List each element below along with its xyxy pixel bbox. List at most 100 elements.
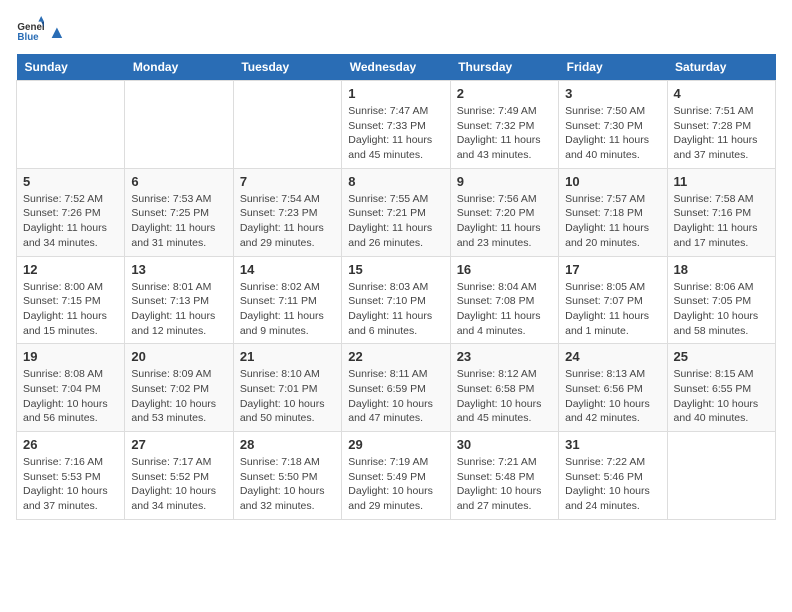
calendar-cell: 1 Sunrise: 7:47 AM Sunset: 7:33 PM Daylig… xyxy=(342,81,450,169)
day-number: 13 xyxy=(131,262,226,277)
day-info: Sunrise: 8:06 AM Sunset: 7:05 PM Dayligh… xyxy=(674,280,769,339)
calendar-cell xyxy=(667,432,775,520)
day-number: 24 xyxy=(565,349,660,364)
calendar-cell: 13 Sunrise: 8:01 AM Sunset: 7:13 PM Dayli… xyxy=(125,256,233,344)
day-number: 6 xyxy=(131,174,226,189)
calendar-cell xyxy=(125,81,233,169)
day-number: 4 xyxy=(674,86,769,101)
day-info: Sunrise: 8:03 AM Sunset: 7:10 PM Dayligh… xyxy=(348,280,443,339)
day-info: Sunrise: 8:00 AM Sunset: 7:15 PM Dayligh… xyxy=(23,280,118,339)
day-number: 11 xyxy=(674,174,769,189)
day-number: 27 xyxy=(131,437,226,452)
day-info: Sunrise: 7:50 AM Sunset: 7:30 PM Dayligh… xyxy=(565,104,660,163)
day-number: 25 xyxy=(674,349,769,364)
day-number: 31 xyxy=(565,437,660,452)
day-number: 3 xyxy=(565,86,660,101)
day-number: 1 xyxy=(348,86,443,101)
day-info: Sunrise: 8:11 AM Sunset: 6:59 PM Dayligh… xyxy=(348,367,443,426)
page-header: General Blue ▲ xyxy=(16,16,776,44)
day-info: Sunrise: 8:09 AM Sunset: 7:02 PM Dayligh… xyxy=(131,367,226,426)
weekday-header-friday: Friday xyxy=(559,54,667,81)
day-number: 2 xyxy=(457,86,552,101)
day-number: 14 xyxy=(240,262,335,277)
calendar-cell: 28Sunrise: 7:18 AM Sunset: 5:50 PM Dayli… xyxy=(233,432,341,520)
day-number: 30 xyxy=(457,437,552,452)
day-info: Sunrise: 8:02 AM Sunset: 7:11 PM Dayligh… xyxy=(240,280,335,339)
calendar-cell: 15 Sunrise: 8:03 AM Sunset: 7:10 PM Dayli… xyxy=(342,256,450,344)
calendar-cell: 14 Sunrise: 8:02 AM Sunset: 7:11 PM Dayli… xyxy=(233,256,341,344)
day-number: 12 xyxy=(23,262,118,277)
day-info: Sunrise: 8:15 AM Sunset: 6:55 PM Dayligh… xyxy=(674,367,769,426)
day-info: Sunrise: 7:49 AM Sunset: 7:32 PM Dayligh… xyxy=(457,104,552,163)
svg-text:Blue: Blue xyxy=(17,32,39,43)
weekday-header-saturday: Saturday xyxy=(667,54,775,81)
day-number: 18 xyxy=(674,262,769,277)
day-number: 17 xyxy=(565,262,660,277)
weekday-header-thursday: Thursday xyxy=(450,54,558,81)
calendar-cell: 19 Sunrise: 8:08 AM Sunset: 7:04 PM Dayli… xyxy=(17,344,125,432)
day-number: 19 xyxy=(23,349,118,364)
weekday-header-monday: Monday xyxy=(125,54,233,81)
day-info: Sunrise: 7:17 AM Sunset: 5:52 PM Dayligh… xyxy=(131,455,226,514)
calendar-cell: 10Sunrise: 7:57 AM Sunset: 7:18 PM Dayli… xyxy=(559,168,667,256)
calendar-cell: 31 Sunrise: 7:22 AM Sunset: 5:46 PM Dayli… xyxy=(559,432,667,520)
day-info: Sunrise: 7:58 AM Sunset: 7:16 PM Dayligh… xyxy=(674,192,769,251)
calendar-week-row: 5 Sunrise: 7:52 AM Sunset: 7:26 PM Daylig… xyxy=(17,168,776,256)
calendar-cell: 20 Sunrise: 8:09 AM Sunset: 7:02 PM Dayli… xyxy=(125,344,233,432)
calendar-cell: 6 Sunrise: 7:53 AM Sunset: 7:25 PM Daylig… xyxy=(125,168,233,256)
calendar-cell: 25 Sunrise: 8:15 AM Sunset: 6:55 PM Dayli… xyxy=(667,344,775,432)
calendar-cell: 18 Sunrise: 8:06 AM Sunset: 7:05 PM Dayli… xyxy=(667,256,775,344)
day-info: Sunrise: 8:08 AM Sunset: 7:04 PM Dayligh… xyxy=(23,367,118,426)
day-number: 5 xyxy=(23,174,118,189)
calendar-table: SundayMondayTuesdayWednesdayThursdayFrid… xyxy=(16,54,776,520)
day-info: Sunrise: 8:01 AM Sunset: 7:13 PM Dayligh… xyxy=(131,280,226,339)
day-info: Sunrise: 7:57 AM Sunset: 7:18 PM Dayligh… xyxy=(565,192,660,251)
day-info: Sunrise: 7:51 AM Sunset: 7:28 PM Dayligh… xyxy=(674,104,769,163)
day-info: Sunrise: 8:05 AM Sunset: 7:07 PM Dayligh… xyxy=(565,280,660,339)
day-number: 21 xyxy=(240,349,335,364)
day-info: Sunrise: 8:13 AM Sunset: 6:56 PM Dayligh… xyxy=(565,367,660,426)
calendar-cell: 16 Sunrise: 8:04 AM Sunset: 7:08 PM Dayli… xyxy=(450,256,558,344)
day-info: Sunrise: 7:19 AM Sunset: 5:49 PM Dayligh… xyxy=(348,455,443,514)
calendar-cell: 27 Sunrise: 7:17 AM Sunset: 5:52 PM Dayli… xyxy=(125,432,233,520)
day-number: 22 xyxy=(348,349,443,364)
day-info: Sunrise: 7:52 AM Sunset: 7:26 PM Dayligh… xyxy=(23,192,118,251)
day-number: 16 xyxy=(457,262,552,277)
calendar-week-row: 12 Sunrise: 8:00 AM Sunset: 7:15 PM Dayli… xyxy=(17,256,776,344)
calendar-week-row: 26Sunrise: 7:16 AM Sunset: 5:53 PM Dayli… xyxy=(17,432,776,520)
calendar-cell: 21Sunrise: 8:10 AM Sunset: 7:01 PM Dayli… xyxy=(233,344,341,432)
day-info: Sunrise: 7:47 AM Sunset: 7:33 PM Dayligh… xyxy=(348,104,443,163)
day-number: 28 xyxy=(240,437,335,452)
day-number: 15 xyxy=(348,262,443,277)
calendar-cell: 24 Sunrise: 8:13 AM Sunset: 6:56 PM Dayli… xyxy=(559,344,667,432)
weekday-header-tuesday: Tuesday xyxy=(233,54,341,81)
day-info: Sunrise: 7:16 AM Sunset: 5:53 PM Dayligh… xyxy=(23,455,118,514)
calendar-cell: 11 Sunrise: 7:58 AM Sunset: 7:16 PM Dayli… xyxy=(667,168,775,256)
day-number: 7 xyxy=(240,174,335,189)
logo: General Blue ▲ xyxy=(16,16,66,44)
calendar-cell: 2 Sunrise: 7:49 AM Sunset: 7:32 PM Daylig… xyxy=(450,81,558,169)
day-number: 20 xyxy=(131,349,226,364)
calendar-cell: 3 Sunrise: 7:50 AM Sunset: 7:30 PM Daylig… xyxy=(559,81,667,169)
calendar-cell: 9Sunrise: 7:56 AM Sunset: 7:20 PM Daylig… xyxy=(450,168,558,256)
day-number: 29 xyxy=(348,437,443,452)
day-info: Sunrise: 8:04 AM Sunset: 7:08 PM Dayligh… xyxy=(457,280,552,339)
calendar-cell xyxy=(17,81,125,169)
calendar-cell: 17 Sunrise: 8:05 AM Sunset: 7:07 PM Dayli… xyxy=(559,256,667,344)
calendar-cell: 7 Sunrise: 7:54 AM Sunset: 7:23 PM Daylig… xyxy=(233,168,341,256)
calendar-header-row: SundayMondayTuesdayWednesdayThursdayFrid… xyxy=(17,54,776,81)
day-info: Sunrise: 7:22 AM Sunset: 5:46 PM Dayligh… xyxy=(565,455,660,514)
calendar-cell: 29 Sunrise: 7:19 AM Sunset: 5:49 PM Dayli… xyxy=(342,432,450,520)
day-number: 23 xyxy=(457,349,552,364)
calendar-cell: 4 Sunrise: 7:51 AM Sunset: 7:28 PM Daylig… xyxy=(667,81,775,169)
calendar-cell: 23Sunrise: 8:12 AM Sunset: 6:58 PM Dayli… xyxy=(450,344,558,432)
calendar-cell: 5 Sunrise: 7:52 AM Sunset: 7:26 PM Daylig… xyxy=(17,168,125,256)
calendar-cell: 22 Sunrise: 8:11 AM Sunset: 6:59 PM Dayli… xyxy=(342,344,450,432)
day-info: Sunrise: 7:54 AM Sunset: 7:23 PM Dayligh… xyxy=(240,192,335,251)
calendar-cell: 12 Sunrise: 8:00 AM Sunset: 7:15 PM Dayli… xyxy=(17,256,125,344)
day-info: Sunrise: 7:53 AM Sunset: 7:25 PM Dayligh… xyxy=(131,192,226,251)
calendar-week-row: 19 Sunrise: 8:08 AM Sunset: 7:04 PM Dayli… xyxy=(17,344,776,432)
weekday-header-sunday: Sunday xyxy=(17,54,125,81)
day-number: 8 xyxy=(348,174,443,189)
calendar-cell: 26Sunrise: 7:16 AM Sunset: 5:53 PM Dayli… xyxy=(17,432,125,520)
